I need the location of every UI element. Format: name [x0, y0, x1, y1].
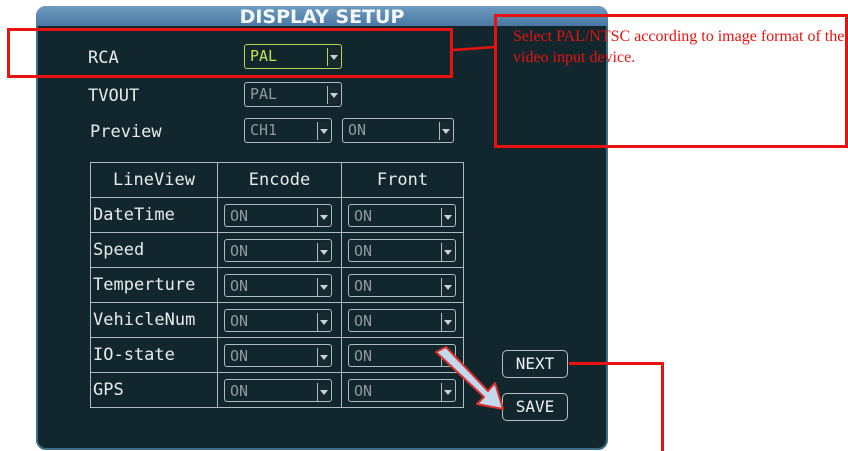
pointer-arrow-icon	[435, 346, 504, 410]
page: DISPLAY SETUP RCA PAL TVOUT PAL Preview …	[0, 0, 848, 451]
